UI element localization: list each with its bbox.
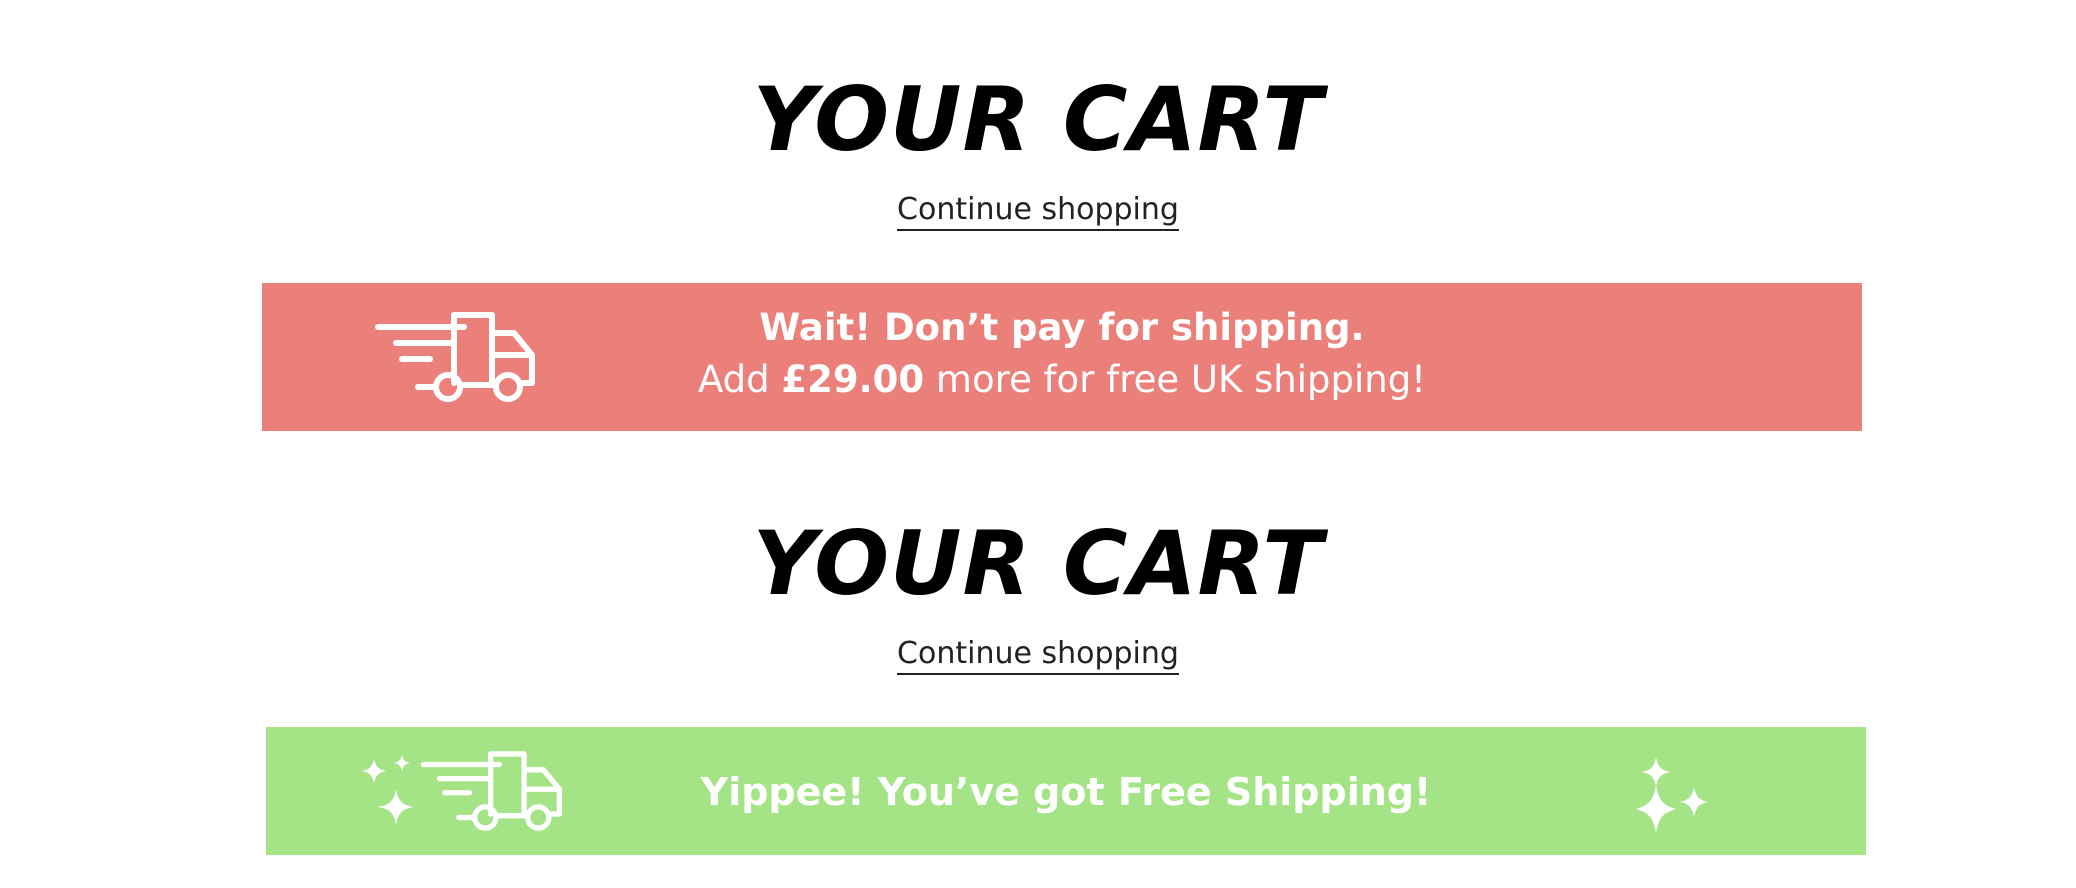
shipping-headline: Wait! Don’t pay for shipping. <box>759 306 1365 349</box>
cart-section-unlock: YOUR CART Continue shopping Wait! Don’t … <box>0 0 2076 440</box>
free-shipping-message: Yippee! You’ve got Free Shipping! <box>700 770 1432 814</box>
shipping-remaining-message: Add £29.00 more for free UK shipping! <box>262 355 1862 405</box>
continue-shopping-label[interactable]: Continue shopping <box>897 192 1179 231</box>
cart-section-success: YOUR CART Continue shopping Yippee! You’… <box>0 440 2076 888</box>
free-shipping-progress-banner: Wait! Don’t pay for shipping. Add £29.00… <box>262 283 1862 431</box>
continue-shopping-link[interactable]: Continue shopping <box>0 190 2076 231</box>
page-title: YOUR CART <box>752 68 1324 171</box>
sparkle-icon <box>1636 757 1708 833</box>
free-shipping-success-banner: Yippee! You’ve got Free Shipping! <box>266 727 1866 855</box>
shipping-message-prefix: Add <box>697 358 770 401</box>
page-title: YOUR CART <box>752 512 1324 615</box>
shipping-remaining-amount: £29.00 <box>781 358 925 401</box>
shipping-message-suffix: more for free UK shipping! <box>935 358 1427 401</box>
continue-shopping-label[interactable]: Continue shopping <box>897 636 1179 675</box>
continue-shopping-link[interactable]: Continue shopping <box>0 634 2076 675</box>
